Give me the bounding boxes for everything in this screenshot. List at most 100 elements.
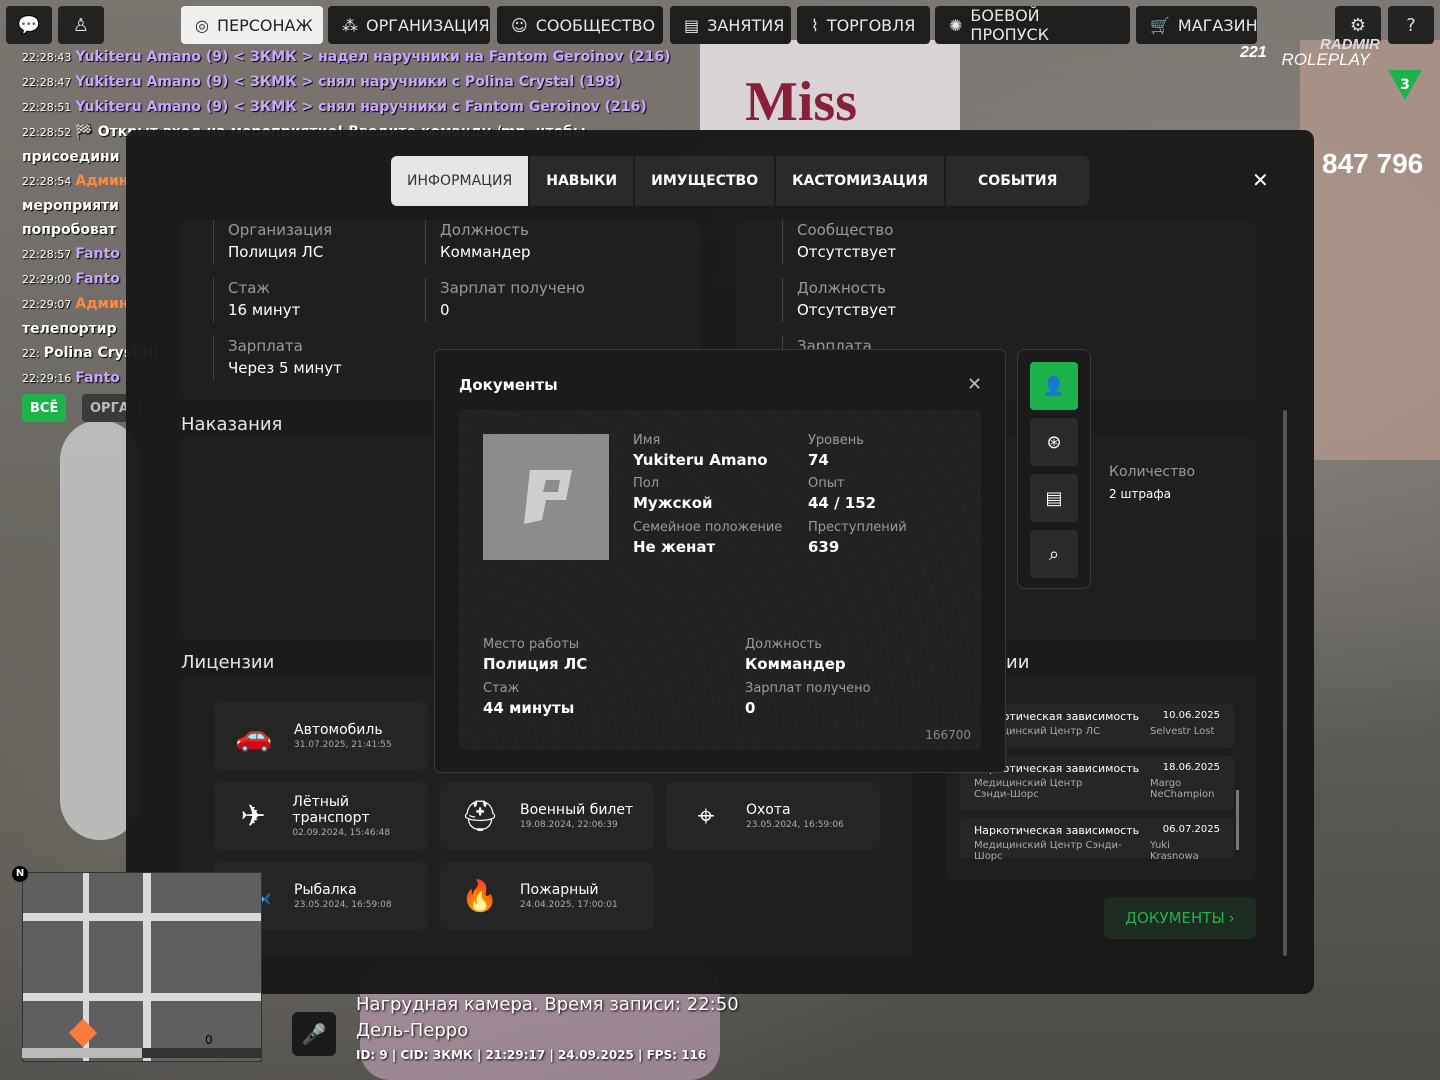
map-road bbox=[143, 873, 151, 1061]
field-value: 44 минуты bbox=[483, 699, 575, 717]
bodycam-status: Нагрудная камера. Время записи: 22:50 bbox=[356, 994, 739, 1015]
tab-information[interactable]: ИНФОРМАЦИЯ bbox=[391, 156, 529, 206]
field-value: 639 bbox=[808, 538, 840, 556]
background-sign: Miss bbox=[745, 71, 857, 133]
field-value: 44 / 152 bbox=[808, 494, 877, 512]
chat-icon[interactable]: 💬 bbox=[6, 6, 52, 44]
chart-icon: ⌇ bbox=[811, 15, 819, 35]
workplace-field: Место работы Полиция ЛС bbox=[483, 636, 587, 674]
tab-battle-pass[interactable]: ✺ БОЕВОЙ ПРОПУСК bbox=[935, 6, 1130, 44]
chevron-right-icon: › bbox=[1228, 909, 1235, 927]
tab-property[interactable]: ИМУЩЕСТВО bbox=[635, 156, 775, 206]
tab-organization[interactable]: ⁂ ОРГАНИЗАЦИЯ bbox=[328, 6, 490, 44]
tab-events[interactable]: СОБЫТИЯ bbox=[946, 156, 1090, 206]
microphone-icon[interactable]: 🎤 bbox=[292, 1012, 336, 1056]
search-icon[interactable]: ⌕ bbox=[1030, 530, 1078, 578]
tab-community[interactable]: ☺ СООБЩЕСТВО bbox=[497, 6, 663, 44]
documents-button[interactable]: ДОКУМЕНТЫ › bbox=[1104, 897, 1256, 939]
license-plane[interactable]: ✈ Лётный транспорт 02.09.2024, 15:46:48 bbox=[214, 782, 428, 850]
server-logo: RADMIR ROLEPLAY bbox=[1260, 36, 1410, 96]
close-icon[interactable]: ✕ bbox=[1252, 168, 1269, 192]
license-hunting[interactable]: ⌖ Охота 23.05.2024, 16:59:06 bbox=[666, 782, 880, 850]
history-row: Наркотическая зависимость 06.07.2025 Мед… bbox=[960, 818, 1234, 862]
field-label: Должность bbox=[797, 279, 886, 297]
chat-text: мероприяти bbox=[22, 198, 119, 214]
chat-line: 22:28:43 Yukiteru Amano (9) < ЗКМК > наде… bbox=[22, 45, 742, 70]
field-label: Стаж bbox=[228, 279, 270, 297]
chat-text: Yukiteru Amano (9) < ЗКМК > надел наручн… bbox=[75, 49, 671, 65]
id-card-icon[interactable]: ▤ bbox=[1030, 474, 1078, 522]
field-value: 2 штрафа bbox=[1109, 487, 1172, 501]
chat-text: Yukiteru Amano (9) < ЗКМК > снял наручни… bbox=[75, 99, 647, 115]
close-icon[interactable]: ✕ bbox=[967, 374, 982, 395]
panel-scrollbar[interactable] bbox=[1283, 410, 1287, 956]
cart-icon: 🛒 bbox=[1150, 15, 1170, 35]
chat-time: 22:28:54 bbox=[22, 175, 72, 188]
license-date: 23.05.2024, 16:59:08 bbox=[294, 900, 392, 910]
field-value: Коммандер bbox=[440, 243, 531, 261]
field-value: Полиция ЛС bbox=[483, 655, 588, 673]
field-value: Через 5 минут bbox=[228, 359, 342, 377]
field-label: Должность bbox=[745, 637, 822, 652]
tasks-icon: ▤ bbox=[684, 15, 700, 35]
field-value: 0 bbox=[745, 699, 756, 717]
field-value: 74 bbox=[808, 451, 829, 469]
history-date: 18.06.2025 bbox=[1162, 762, 1220, 773]
passport-icon[interactable]: 👤 bbox=[1030, 362, 1078, 410]
license-fire[interactable]: 🔥 Пожарный 24.04.2025, 17:00:01 bbox=[440, 862, 654, 930]
field-value: 16 минут bbox=[228, 301, 301, 319]
field-value: Yukiteru Amano bbox=[633, 451, 768, 469]
chat-time: 22:29:00 bbox=[22, 273, 72, 286]
license-military[interactable]: ⛑ Военный билет 19.08.2024, 22:06:39 bbox=[440, 782, 654, 850]
steering-wheel-icon[interactable]: ⊛ bbox=[1030, 418, 1078, 466]
tab-character[interactable]: ◎ ПЕРСОНАЖ bbox=[181, 6, 323, 44]
history-place: Медицинский Центр Сэнди-Шорс bbox=[974, 778, 1083, 800]
minimap: 0 bbox=[22, 872, 262, 1062]
tab-skills[interactable]: НАВЫКИ bbox=[530, 156, 634, 206]
avatar bbox=[483, 434, 609, 560]
license-name: Охота bbox=[746, 802, 791, 818]
field-label: Уровень bbox=[808, 433, 864, 448]
community-field: Сообщество Отсутствует bbox=[782, 220, 896, 264]
license-car[interactable]: 🚗 Автомобиль 31.07.2025, 21:41:55 bbox=[214, 702, 428, 770]
field-value: Отсутствует bbox=[797, 243, 897, 261]
field-label: Сообщество bbox=[797, 221, 894, 239]
character-icon[interactable]: ♙ bbox=[58, 6, 104, 44]
tab-shop[interactable]: 🛒 МАГАЗИН bbox=[1136, 6, 1258, 44]
person-icon: ◎ bbox=[195, 15, 209, 35]
license-name: Лётный транспорт bbox=[292, 794, 370, 826]
crosshair-icon: ⌖ bbox=[697, 798, 715, 834]
chat-filter-all[interactable]: ВСЁ bbox=[22, 394, 67, 422]
level-field: Уровень 74 bbox=[808, 432, 864, 470]
tab-trade[interactable]: ⌇ ТОРГОВЛЯ bbox=[797, 6, 930, 44]
field-label: Зарплат получено bbox=[440, 279, 585, 297]
history-doctor: Margo NeChampion bbox=[1150, 778, 1215, 800]
chat-text: Fanto bbox=[75, 246, 120, 262]
community-icon: ☺ bbox=[511, 15, 528, 35]
field-value: Не женат bbox=[633, 538, 716, 556]
chat-text: Админ bbox=[75, 173, 129, 189]
tab-label: СООБЩЕСТВО bbox=[535, 15, 656, 35]
doc-position-field: Должность Коммандер bbox=[745, 636, 846, 674]
tab-label: БОЕВОЙ ПРОПУСК bbox=[970, 6, 1049, 44]
experience-field: Опыт 44 / 152 bbox=[808, 475, 876, 513]
history-doctor: Selvestr Lost bbox=[1150, 726, 1215, 737]
chat-text: Админ bbox=[75, 296, 129, 312]
license-name: Пожарный bbox=[520, 882, 599, 898]
chat-time: 22:28:43 bbox=[22, 51, 72, 64]
history-scrollbar[interactable] bbox=[1236, 790, 1239, 850]
document-card: Имя Yukiteru Amano Уровень 74 Пол Мужско… bbox=[459, 410, 981, 750]
helmet-icon: ⛑ bbox=[460, 798, 500, 834]
tab-label: ЗАНЯТИЯ bbox=[707, 15, 785, 35]
health-bar-fill bbox=[22, 1048, 142, 1058]
field-label: Зарплата bbox=[228, 337, 303, 355]
documents-title: Документы bbox=[459, 376, 558, 394]
map-zero: 0 bbox=[205, 1033, 213, 1047]
field-label: Должность bbox=[440, 221, 529, 239]
tab-customization[interactable]: КАСТОМИЗАЦИЯ bbox=[776, 156, 945, 206]
history-date: 10.06.2025 bbox=[1162, 710, 1220, 721]
tab-tasks[interactable]: ▤ ЗАНЯТИЯ bbox=[670, 6, 791, 44]
license-date: 24.04.2025, 17:00:01 bbox=[520, 900, 618, 910]
field-label: Зарплат получено bbox=[745, 681, 871, 696]
chat-time: 22:28:51 bbox=[22, 101, 72, 114]
